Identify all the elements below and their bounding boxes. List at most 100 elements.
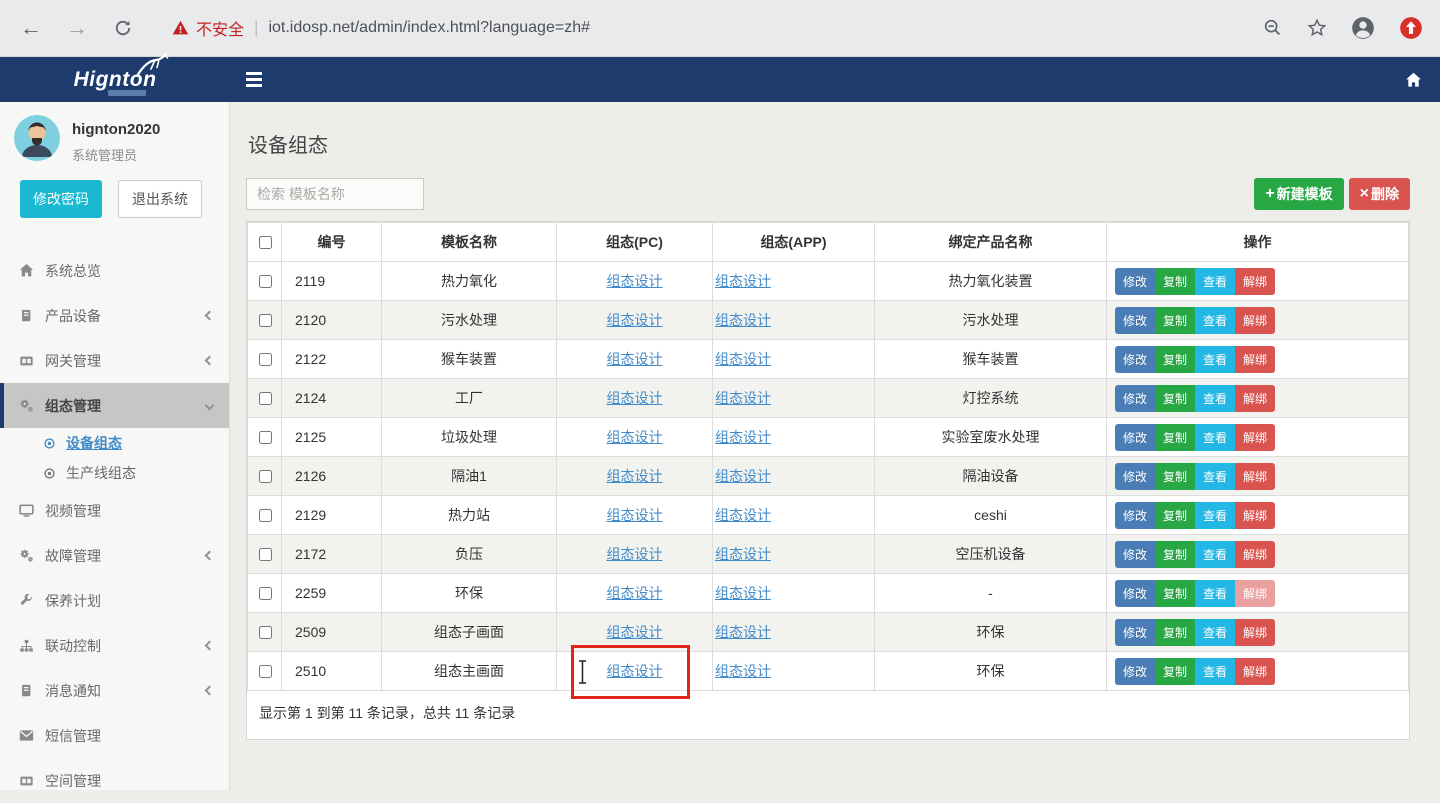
row-checkbox[interactable] (259, 626, 272, 639)
row-checkbox[interactable] (259, 587, 272, 600)
view-button[interactable]: 查看 (1195, 580, 1235, 607)
copy-button[interactable]: 复制 (1155, 307, 1195, 334)
column-header[interactable]: 编号 (282, 223, 382, 262)
sidebar-item-网关管理[interactable]: 网关管理 (0, 338, 229, 383)
unbind-button[interactable]: 解绑 (1235, 424, 1275, 451)
row-checkbox[interactable] (259, 665, 272, 678)
modify-button[interactable]: 修改 (1115, 268, 1155, 295)
modify-button[interactable]: 修改 (1115, 424, 1155, 451)
config-pc-link[interactable]: 组态设计 (607, 351, 663, 367)
unbind-button[interactable]: 解绑 (1235, 463, 1275, 490)
modify-button[interactable]: 修改 (1115, 580, 1155, 607)
config-app-link[interactable]: 组态设计 (715, 273, 771, 289)
row-checkbox[interactable] (259, 470, 272, 483)
sidebar-toggle-icon[interactable] (246, 72, 262, 87)
unbind-button[interactable]: 解绑 (1235, 385, 1275, 412)
view-button[interactable]: 查看 (1195, 619, 1235, 646)
new-template-button[interactable]: +新建模板 (1254, 178, 1343, 210)
copy-button[interactable]: 复制 (1155, 619, 1195, 646)
profile-icon[interactable] (1350, 15, 1376, 41)
copy-button[interactable]: 复制 (1155, 541, 1195, 568)
sidebar-item-组态管理[interactable]: 组态管理 (0, 383, 229, 428)
view-button[interactable]: 查看 (1195, 541, 1235, 568)
unbind-button[interactable]: 解绑 (1235, 268, 1275, 295)
back-icon[interactable]: ← (16, 15, 46, 41)
unbind-button[interactable]: 解绑 (1235, 502, 1275, 529)
view-button[interactable]: 查看 (1195, 268, 1235, 295)
config-app-link[interactable]: 组态设计 (715, 663, 771, 679)
row-checkbox[interactable] (259, 548, 272, 561)
row-checkbox[interactable] (259, 392, 272, 405)
reload-icon[interactable] (108, 18, 138, 38)
config-pc-link[interactable]: 组态设计 (607, 390, 663, 406)
copy-button[interactable]: 复制 (1155, 502, 1195, 529)
copy-button[interactable]: 复制 (1155, 385, 1195, 412)
config-app-link[interactable]: 组态设计 (715, 585, 771, 601)
row-checkbox[interactable] (259, 275, 272, 288)
unbind-button[interactable]: 解绑 (1235, 541, 1275, 568)
copy-button[interactable]: 复制 (1155, 580, 1195, 607)
update-icon[interactable] (1398, 15, 1424, 41)
column-header[interactable]: 操作 (1107, 223, 1409, 262)
sidebar-subitem-生产线组态[interactable]: 生产线组态 (0, 458, 229, 488)
config-app-link[interactable]: 组态设计 (715, 546, 771, 562)
config-pc-link[interactable]: 组态设计 (607, 546, 663, 562)
sidebar-item-联动控制[interactable]: 联动控制 (0, 623, 229, 668)
modify-button[interactable]: 修改 (1115, 307, 1155, 334)
copy-button[interactable]: 复制 (1155, 346, 1195, 373)
sidebar-subitem-设备组态[interactable]: 设备组态 (0, 428, 229, 458)
column-header[interactable]: 组态(PC) (557, 223, 713, 262)
sidebar-item-视频管理[interactable]: 视频管理 (0, 488, 229, 533)
config-pc-link[interactable]: 组态设计 (607, 507, 663, 523)
config-pc-link[interactable]: 组态设计 (607, 663, 663, 679)
config-pc-link[interactable]: 组态设计 (607, 273, 663, 289)
sidebar-item-短信管理[interactable]: 短信管理 (0, 713, 229, 758)
home-icon[interactable] (1405, 72, 1422, 88)
sidebar-item-系统总览[interactable]: 系统总览 (0, 248, 229, 293)
config-app-link[interactable]: 组态设计 (715, 312, 771, 328)
row-checkbox[interactable] (259, 314, 272, 327)
modify-button[interactable]: 修改 (1115, 346, 1155, 373)
avatar[interactable] (14, 115, 60, 161)
select-all-checkbox[interactable] (259, 236, 272, 249)
modify-button[interactable]: 修改 (1115, 541, 1155, 568)
unbind-button[interactable]: 解绑 (1235, 346, 1275, 373)
config-pc-link[interactable]: 组态设计 (607, 624, 663, 640)
config-app-link[interactable]: 组态设计 (715, 624, 771, 640)
view-button[interactable]: 查看 (1195, 385, 1235, 412)
view-button[interactable]: 查看 (1195, 307, 1235, 334)
view-button[interactable]: 查看 (1195, 463, 1235, 490)
logout-button[interactable]: 退出系统 (118, 180, 202, 218)
view-button[interactable]: 查看 (1195, 424, 1235, 451)
config-app-link[interactable]: 组态设计 (715, 351, 771, 367)
modify-button[interactable]: 修改 (1115, 502, 1155, 529)
config-pc-link[interactable]: 组态设计 (607, 429, 663, 445)
unbind-button[interactable]: 解绑 (1235, 580, 1275, 607)
modify-button[interactable]: 修改 (1115, 658, 1155, 685)
config-app-link[interactable]: 组态设计 (715, 429, 771, 445)
bookmark-star-icon[interactable] (1306, 17, 1328, 39)
unbind-button[interactable]: 解绑 (1235, 658, 1275, 685)
sidebar-item-产品设备[interactable]: 产品设备 (0, 293, 229, 338)
config-app-link[interactable]: 组态设计 (715, 390, 771, 406)
sidebar-item-消息通知[interactable]: 消息通知 (0, 668, 229, 713)
config-pc-link[interactable]: 组态设计 (607, 585, 663, 601)
view-button[interactable]: 查看 (1195, 346, 1235, 373)
address-bar[interactable]: iot.idosp.net/admin/index.html?language=… (268, 19, 1250, 37)
sidebar-item-空间管理[interactable]: 空间管理 (0, 758, 229, 803)
config-pc-link[interactable]: 组态设计 (607, 468, 663, 484)
row-checkbox[interactable] (259, 509, 272, 522)
search-input[interactable] (246, 178, 424, 210)
column-header[interactable]: 组态(APP) (713, 223, 875, 262)
config-pc-link[interactable]: 组态设计 (607, 312, 663, 328)
security-warning[interactable]: 不安全 (172, 16, 244, 40)
modify-button[interactable]: 修改 (1115, 463, 1155, 490)
zoom-out-icon[interactable] (1262, 17, 1284, 39)
copy-button[interactable]: 复制 (1155, 463, 1195, 490)
app-logo[interactable]: Hignton (0, 57, 230, 102)
unbind-button[interactable]: 解绑 (1235, 619, 1275, 646)
row-checkbox[interactable] (259, 431, 272, 444)
forward-icon[interactable]: → (62, 15, 92, 41)
sidebar-item-故障管理[interactable]: 故障管理 (0, 533, 229, 578)
row-checkbox[interactable] (259, 353, 272, 366)
